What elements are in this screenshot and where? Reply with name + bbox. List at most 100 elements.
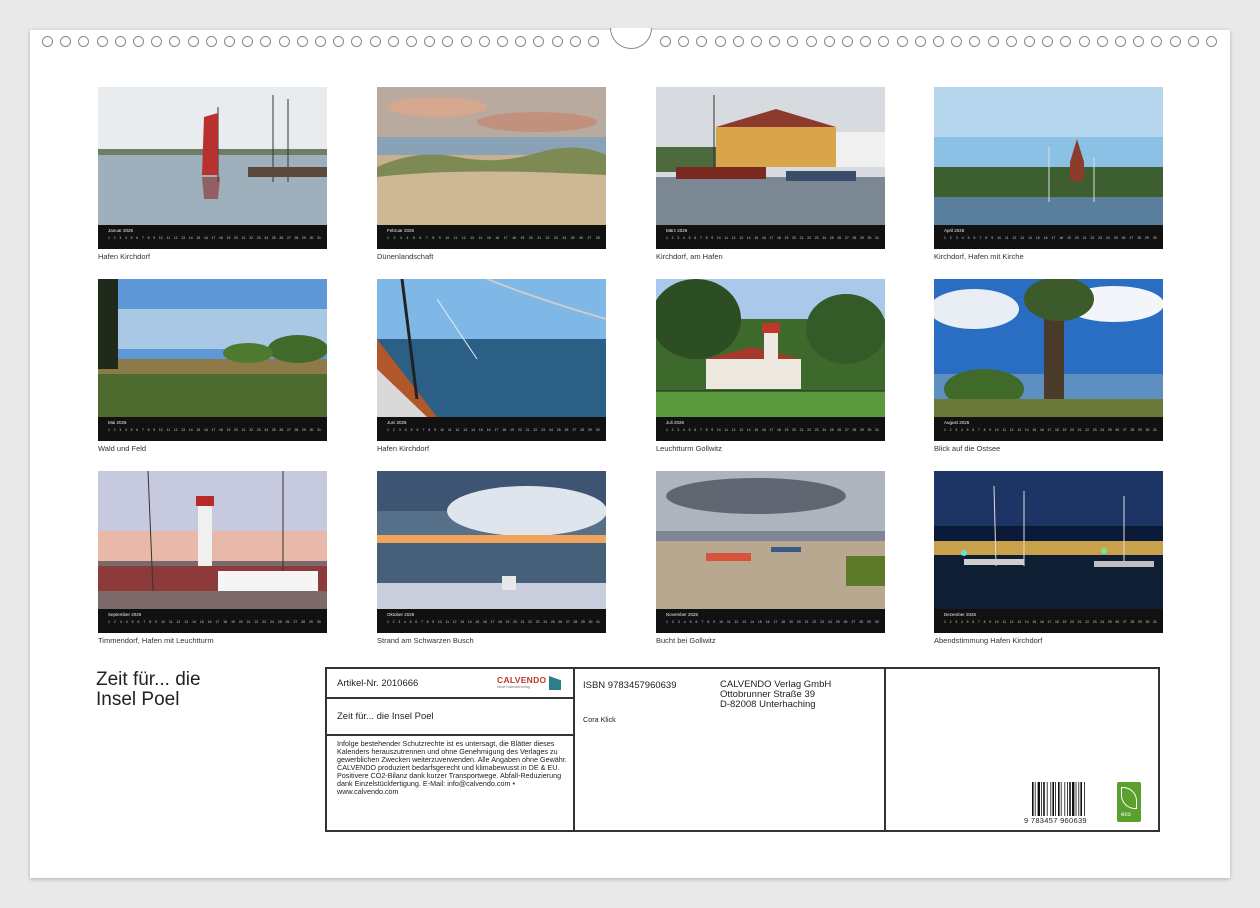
day-number: 21	[799, 236, 804, 240]
day-number: 18	[219, 236, 223, 240]
spiral-ring	[823, 36, 835, 47]
day-number: 14	[1028, 236, 1032, 240]
month-caption: Dünenlandschaft	[377, 252, 434, 261]
day-number: 5	[412, 236, 415, 240]
day-number: 28	[573, 620, 578, 624]
day-number: 19	[1062, 428, 1067, 432]
day-number: 1	[666, 236, 668, 240]
day-number: 11	[447, 428, 452, 432]
calendar-title: Zeit für... die Insel Poel	[96, 670, 201, 710]
spiral-ring	[278, 36, 290, 47]
day-number: 5	[966, 428, 969, 432]
calendar-strip: August 2026 1 2 3 4 5 6 7 8 9 10 11 12 13 14 15 16 17 18 19…	[934, 417, 1163, 441]
month-caption: Bucht bei Gollwitz	[656, 636, 716, 645]
day-number: 13	[742, 620, 747, 624]
month-caption: Timmendorf, Hafen mit Leuchtturm	[98, 636, 214, 645]
day-number: 5	[688, 428, 691, 432]
spiral-ring	[769, 36, 781, 47]
day-number: 7	[425, 236, 428, 240]
spiral-ring	[878, 36, 890, 47]
calendar-strip: November 2026 1 2 3 4 5 6 7 8 9 10 11 12 13 14 15 16 17 18…	[656, 609, 885, 633]
month-name: Juli 2026	[666, 420, 685, 425]
spiral-ring	[60, 36, 72, 47]
spiral-ring	[369, 36, 381, 47]
day-number: 3	[119, 428, 122, 432]
day-number: 8	[426, 620, 429, 624]
day-number: 27	[1129, 236, 1134, 240]
spiral-ring	[1115, 36, 1126, 47]
day-number: 2	[113, 428, 116, 432]
day-number: 24	[828, 620, 832, 624]
day-number: 8	[147, 236, 150, 240]
day-number: 25	[829, 428, 834, 432]
day-number: 21	[241, 428, 246, 432]
day-number: 8	[149, 620, 152, 624]
day-number: 28	[859, 620, 864, 624]
day-number: 28	[301, 620, 306, 624]
day-number: 31	[875, 428, 879, 432]
calendar-strip: April 2026 1 2 3 4 5 6 7 8 9 10 11 12 13 14 15 16 17 18 19 2…	[934, 225, 1163, 249]
barcode-bar	[1075, 782, 1077, 816]
day-number: 11	[726, 620, 731, 624]
day-number: 22	[254, 620, 259, 624]
day-row: 1 2 3 4 5 6 7 8 9 10 11 12 13 14 15 16 17 18 19 20 21 22 23 24 2…	[387, 236, 600, 245]
day-number: 1	[387, 620, 389, 624]
day-number: 4	[960, 428, 963, 432]
barcode-bar	[1052, 782, 1054, 816]
info-column-middle: ISBN 9783457960639 Cora Klick CALVENDO V…	[573, 669, 886, 830]
month-card: Juli 2026 1 2 3 4 5 6 7 8 9 10 11 12 13 14 15 16 17 18 19 20…	[656, 279, 885, 453]
photo-image	[656, 471, 885, 609]
spiral-ring	[133, 36, 144, 47]
day-number: 29	[588, 428, 592, 432]
day-number: 27	[572, 428, 577, 432]
day-number: 22	[249, 236, 253, 240]
day-number: 17	[769, 428, 774, 432]
day-number: 24	[1106, 236, 1110, 240]
month-name: Februar 2026	[387, 228, 415, 233]
barcode-bar	[1032, 782, 1034, 816]
day-number: 27	[844, 428, 849, 432]
day-number: 26	[285, 620, 290, 624]
spiral-ring	[533, 36, 545, 47]
spiral-ring	[205, 36, 217, 47]
day-number: 22	[545, 236, 550, 240]
month-photo	[934, 279, 1163, 417]
day-number: 16	[1039, 428, 1044, 432]
barcode-bar	[1084, 782, 1085, 816]
day-number: 7	[977, 428, 980, 432]
barcode-bar	[1072, 782, 1075, 816]
day-number: 14	[750, 620, 754, 624]
month-card: Februar 2026 1 2 3 4 5 6 7 8 9 10 11 12 13 14 15 16 17 18 1…	[377, 87, 606, 261]
spiral-ring	[296, 36, 308, 47]
day-number: 23	[535, 620, 540, 624]
day-number: 18	[1055, 620, 1059, 624]
month-name: März 2026	[666, 228, 688, 233]
day-number: 18	[1055, 428, 1059, 432]
day-number: 4	[124, 428, 127, 432]
day-number: 20	[1070, 428, 1074, 432]
day-number: 5	[967, 236, 970, 240]
day-number: 12	[461, 236, 466, 240]
barcode-bar	[1034, 782, 1036, 816]
day-number: 9	[989, 620, 992, 624]
day-number: 29	[309, 620, 313, 624]
day-number: 26	[558, 620, 563, 624]
spiral-ring	[696, 36, 708, 47]
day-number: 1	[666, 620, 668, 624]
info-column-left: Artikel-Nr. 2010666 CALVENDO Neue Kalend…	[327, 669, 575, 830]
day-number: 11	[445, 620, 449, 624]
day-row: 1 2 3 4 5 6 7 8 9 10 11 12 13 14 15 16 17 18 19 20 21 22 23 24 2…	[108, 236, 321, 245]
spiral-ring	[660, 36, 671, 47]
day-number: 19	[226, 428, 231, 432]
day-number: 2	[949, 236, 952, 240]
spiral-ring	[1133, 36, 1145, 47]
day-number: 8	[428, 428, 431, 432]
day-number: 13	[184, 620, 189, 624]
day-number: 6	[972, 620, 975, 624]
month-card: Januar 2026 1 2 3 4 5 6 7 8 9 10 11 12 13 14 15 16 17 18 19…	[98, 87, 327, 261]
day-number: 6	[694, 428, 697, 432]
spiral-ring	[78, 36, 90, 47]
day-number: 18	[219, 428, 223, 432]
day-number: 22	[1090, 236, 1095, 240]
day-number: 17	[215, 620, 220, 624]
